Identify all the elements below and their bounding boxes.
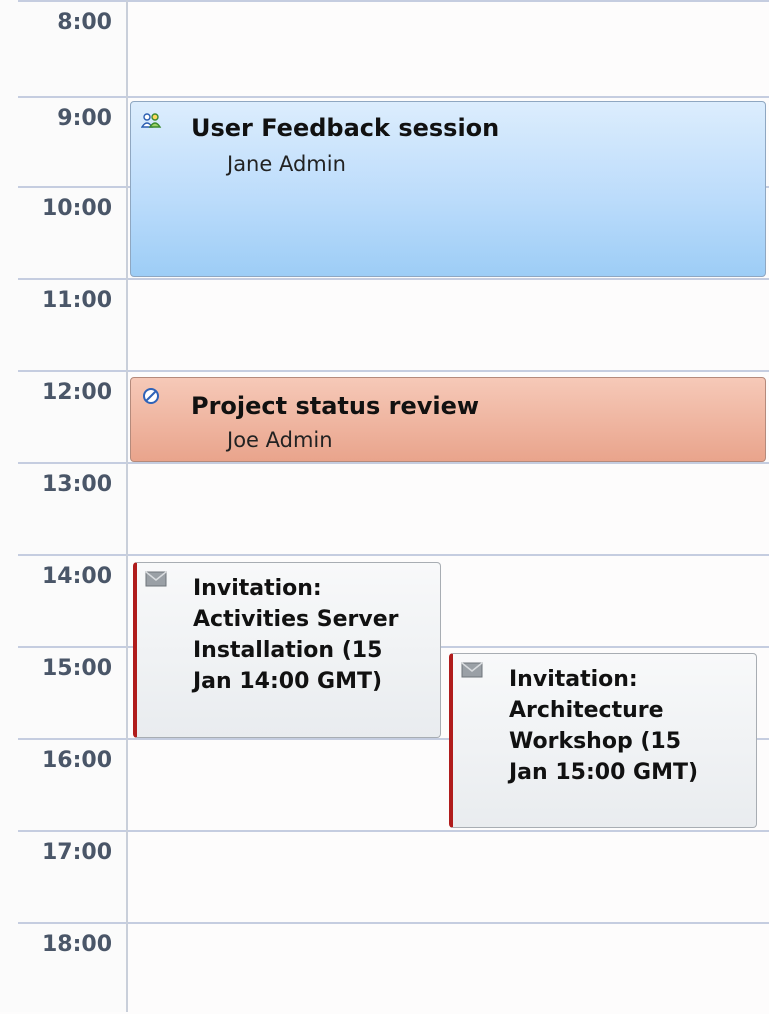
hour-label: 18:00	[41, 932, 112, 957]
hour-slot-8[interactable]: 8:00	[0, 0, 769, 92]
hour-divider	[18, 922, 769, 924]
hour-divider	[18, 278, 769, 280]
hour-slot-13[interactable]: 13:00	[0, 462, 769, 554]
meeting-icon	[140, 112, 163, 135]
hour-label: 13:00	[41, 472, 112, 497]
day-calendar-view: 8:00 9:00 10:00 11:00 12:00 13:00 14:00 …	[0, 0, 769, 1012]
event-user-feedback-session[interactable]: User Feedback session Jane Admin	[130, 101, 766, 277]
hour-label: 17:00	[41, 840, 112, 865]
hour-label: 14:00	[41, 564, 112, 589]
recurring-icon	[142, 387, 160, 410]
hour-divider	[18, 370, 769, 372]
event-invitation-activities-server[interactable]: Invitation: Activities Server Installati…	[133, 562, 441, 738]
event-title: Invitation: Architecture Workshop (15 Ja…	[509, 667, 699, 785]
hour-divider	[18, 554, 769, 556]
envelope-icon	[461, 662, 483, 683]
hour-divider	[18, 96, 769, 98]
hour-slot-18[interactable]: 18:00	[0, 922, 769, 1014]
hour-label: 15:00	[41, 656, 112, 681]
envelope-icon	[145, 571, 167, 592]
event-organizer: Joe Admin	[227, 428, 333, 452]
hour-label: 12:00	[41, 380, 112, 405]
hour-divider	[18, 830, 769, 832]
event-project-status-review[interactable]: Project status review Joe Admin	[130, 377, 766, 462]
event-invitation-architecture-workshop[interactable]: Invitation: Architecture Workshop (15 Ja…	[449, 653, 757, 828]
hour-divider	[18, 0, 769, 2]
hour-label: 11:00	[41, 288, 112, 313]
event-title: User Feedback session	[191, 114, 500, 142]
hour-divider	[18, 462, 769, 464]
gutter-divider	[126, 0, 128, 1012]
event-title: Project status review	[191, 392, 480, 420]
hour-label: 8:00	[57, 10, 112, 35]
hour-slot-17[interactable]: 17:00	[0, 830, 769, 922]
hour-label: 9:00	[57, 106, 112, 131]
hour-label: 10:00	[41, 196, 112, 221]
hour-slot-11[interactable]: 11:00	[0, 278, 769, 370]
hour-label: 16:00	[41, 748, 112, 773]
event-title: Invitation: Activities Server Installati…	[193, 576, 399, 694]
event-organizer: Jane Admin	[227, 152, 346, 176]
